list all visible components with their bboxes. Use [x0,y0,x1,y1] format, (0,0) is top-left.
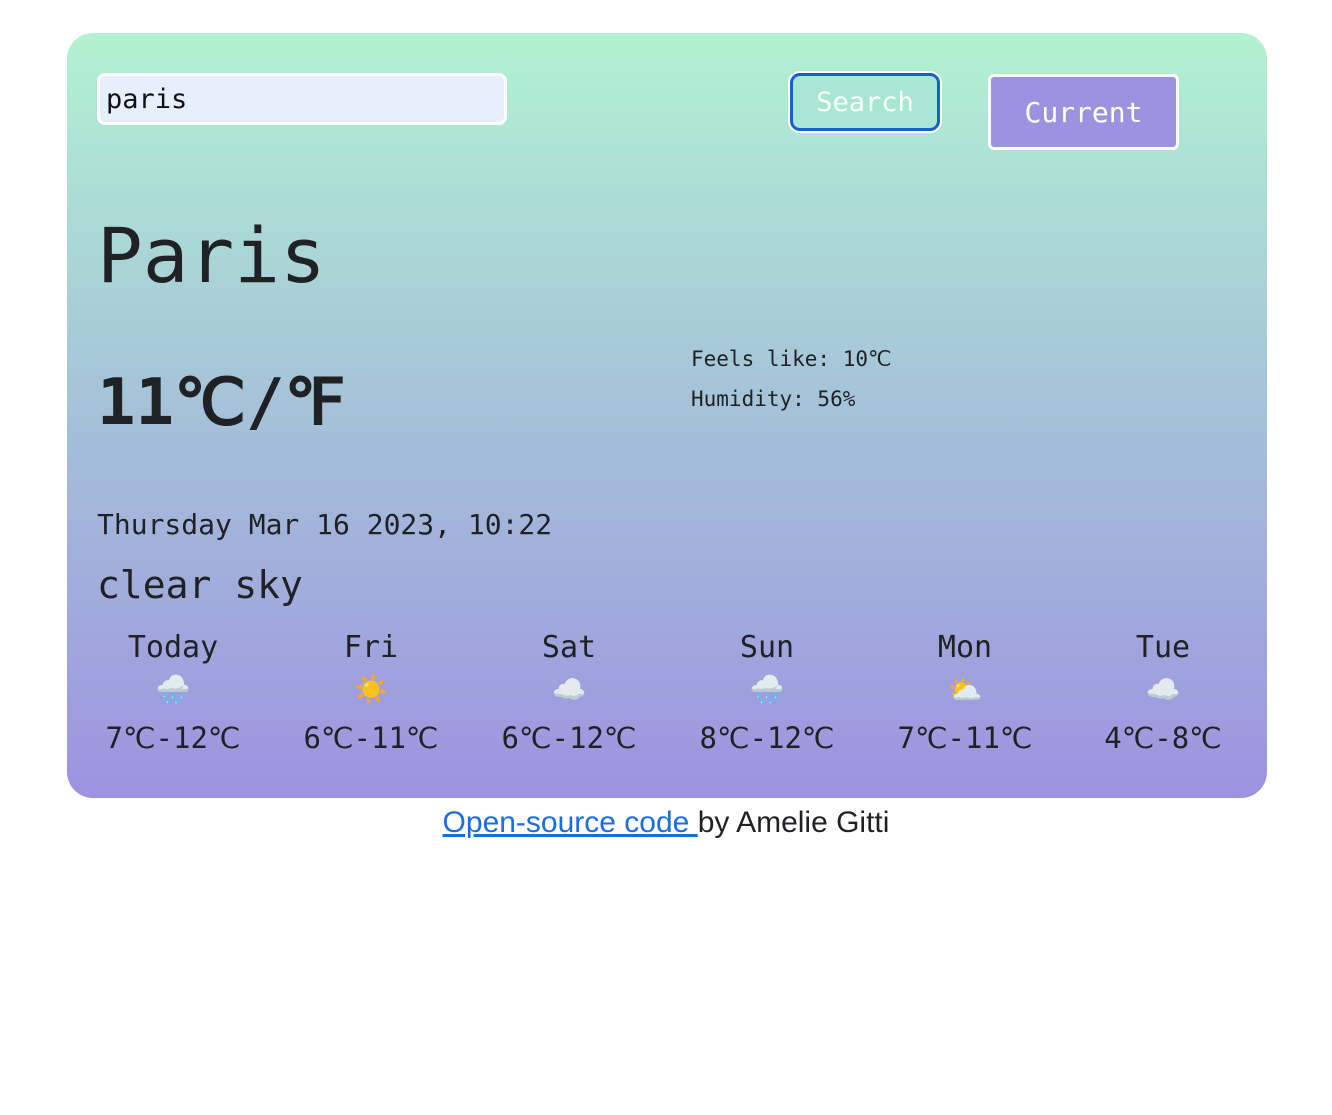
forecast: Today 🌧️ 7℃-12℃ Fri ☀️ 6℃-11℃ Sat ☁️ 6℃-… [74,628,1262,758]
city-name: Paris [97,211,326,300]
forecast-temp-range: 6℃-12℃ [501,721,637,755]
forecast-day: Tue ☁️ 4℃-8℃ [1064,628,1262,758]
celsius-link[interactable]: ℃ [174,366,246,440]
weather-card: Search Current Paris 11℃/℉ Feels like: 1… [67,33,1267,798]
forecast-day: Sun 🌧️ 8℃-12℃ [668,628,866,758]
footer: Open-source code by Amelie Gitti [0,803,1332,843]
forecast-temp-range: 8℃-12℃ [699,721,835,755]
forecast-day-name: Fri [343,630,399,665]
feels-like: Feels like: 10℃ [691,347,892,371]
city-search-input[interactable] [97,73,507,125]
sun-icon: ☀️ [353,673,389,706]
rain-cloud-icon: 🌧️ [155,673,191,706]
fahrenheit-link[interactable]: ℉ [284,366,345,440]
forecast-day: Mon ⛅ 7℃-11℃ [866,628,1064,758]
weather-details: Feels like: 10℃ Humidity: 56% [691,339,892,419]
forecast-day-name: Sat [541,630,597,665]
forecast-temp-range: 7℃-11℃ [897,721,1033,755]
forecast-day-name: Mon [937,630,993,665]
humidity: Humidity: 56% [691,387,856,411]
unit-separator: / [245,366,285,440]
open-source-link[interactable]: Open-source code [443,806,698,839]
date-time: Thursday Mar 16 2023, 10:22 [97,508,553,541]
forecast-day: Today 🌧️ 7℃-12℃ [74,628,272,758]
forecast-temp-range: 4℃-8℃ [1104,721,1222,755]
forecast-day: Fri ☀️ 6℃-11℃ [272,628,470,758]
sun-behind-cloud-icon: ⛅ [947,673,983,706]
current-location-button[interactable]: Current [988,74,1179,150]
forecast-temp-range: 6℃-11℃ [303,721,439,755]
forecast-temp-range: 7℃-12℃ [105,721,241,755]
search-button[interactable]: Search [790,73,940,131]
forecast-day-name: Sun [739,630,795,665]
current-temperature: 11℃/℉ [97,363,345,443]
forecast-day-name: Today [127,630,219,665]
weather-description: clear sky [97,563,303,607]
cloud-icon: ☁️ [1145,673,1181,706]
author-credit: by Amelie Gitti [697,806,890,839]
forecast-day: Sat ☁️ 6℃-12℃ [470,628,668,758]
temperature-value: 11 [97,366,175,440]
forecast-day-name: Tue [1135,630,1191,665]
cloud-icon: ☁️ [551,673,587,706]
rain-cloud-icon: 🌧️ [749,673,785,706]
